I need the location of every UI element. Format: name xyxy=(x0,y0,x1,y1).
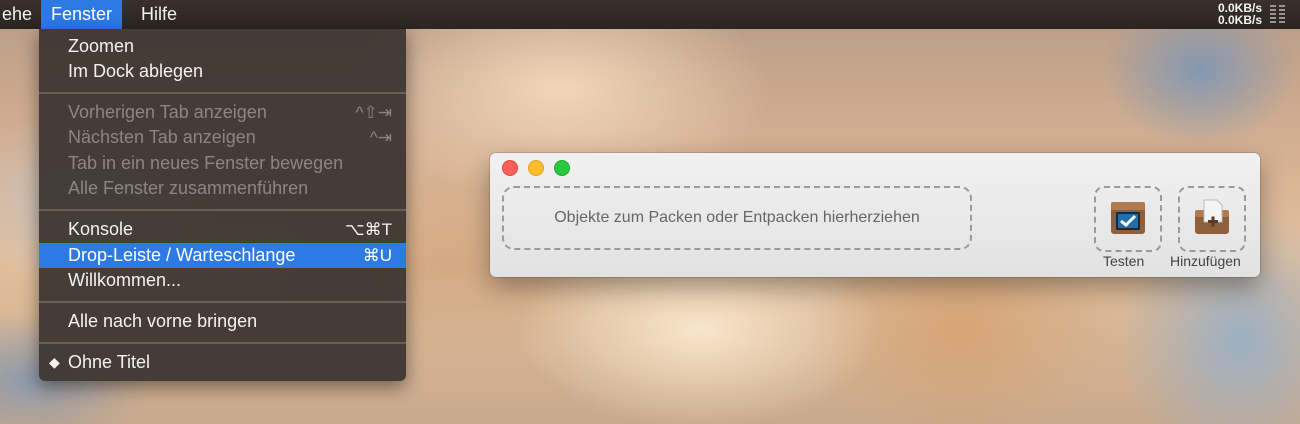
zoom-button[interactable] xyxy=(554,160,570,176)
network-download-rate: 0.0KB/s xyxy=(1217,13,1262,27)
menu-fenster[interactable]: Fenster xyxy=(41,0,123,29)
drop-zone[interactable]: Objekte zum Packen oder Entpacken hierhe… xyxy=(502,186,972,250)
menu-bar: ehe Fenster Hilfe 0.0KB/s 0.0KB/s xyxy=(0,0,1300,29)
menu-item-label: Ohne Titel xyxy=(68,352,151,372)
menu-hilfe[interactable]: Hilfe xyxy=(131,0,187,29)
menu-item-willkommen[interactable]: Willkommen... xyxy=(39,268,406,293)
menu-item-im-dock-ablegen[interactable]: Im Dock ablegen xyxy=(39,59,406,84)
menu-separator xyxy=(39,301,406,303)
menu-item-label: Drop-Leiste / Warteschlange xyxy=(68,245,296,265)
menu-item-alle-fenster-zusammenfuehren: Alle Fenster zusammenführen xyxy=(39,176,406,201)
menu-item-vorherigen-tab: Vorherigen Tab anzeigen ^⇧⇥ xyxy=(39,100,406,125)
network-monitor[interactable]: 0.0KB/s 0.0KB/s xyxy=(1217,2,1262,27)
current-window-diamond-icon: ◆ xyxy=(49,354,60,370)
menu-separator xyxy=(39,92,406,94)
menu-item-alle-nach-vorne[interactable]: Alle nach vorne bringen xyxy=(39,309,406,334)
activity-bars-icon[interactable] xyxy=(1270,5,1286,24)
hinzufuegen-button[interactable] xyxy=(1178,186,1246,252)
menu-item-label: Alle nach vorne bringen xyxy=(68,311,258,331)
menu-item-shortcut: ^⇧⇥ xyxy=(355,103,392,122)
menu-item-konsole[interactable]: Konsole ⌥⌘T xyxy=(39,217,406,242)
menu-item-label: Alle Fenster zusammenführen xyxy=(68,178,309,198)
menu-item-zoomen[interactable]: Zoomen xyxy=(39,34,406,59)
menu-item-tab-neues-fenster: Tab in ein neues Fenster bewegen xyxy=(39,151,406,176)
menu-item-label: Im Dock ablegen xyxy=(68,61,204,81)
menu-item-label: Tab in ein neues Fenster bewegen xyxy=(68,153,344,173)
menu-item-naechsten-tab: Nächsten Tab anzeigen ^⇥ xyxy=(39,125,406,150)
menu-item-ohne-titel[interactable]: ◆ Ohne Titel xyxy=(39,350,406,375)
archive-test-icon xyxy=(1111,202,1145,234)
testen-label: Testen xyxy=(1103,253,1145,269)
menu-item-label: Vorherigen Tab anzeigen xyxy=(68,102,267,122)
menu-item-label: Willkommen... xyxy=(68,270,182,290)
menu-separator xyxy=(39,342,406,344)
menu-item-label: Nächsten Tab anzeigen xyxy=(68,127,256,147)
testen-button[interactable] xyxy=(1094,186,1162,252)
fenster-menu-dropdown: Zoomen Im Dock ablegen Vorherigen Tab an… xyxy=(39,29,406,381)
menu-item-label: Konsole xyxy=(68,219,134,239)
menu-item-drop-leiste[interactable]: Drop-Leiste / Warteschlange ⌘U xyxy=(39,243,406,268)
menu-ansicht-partial[interactable]: ehe xyxy=(0,0,42,29)
drop-zone-hint: Objekte zum Packen oder Entpacken hierhe… xyxy=(554,209,920,226)
menu-separator xyxy=(39,209,406,211)
menu-item-shortcut: ⌘U xyxy=(362,246,392,265)
minimize-button[interactable] xyxy=(528,160,544,176)
close-button[interactable] xyxy=(502,160,518,176)
menu-item-label: Zoomen xyxy=(68,36,135,56)
menu-item-shortcut: ^⇥ xyxy=(369,128,392,147)
menu-item-shortcut: ⌥⌘T xyxy=(345,220,392,239)
drop-bar-window: Objekte zum Packen oder Entpacken hierhe… xyxy=(490,153,1260,277)
hinzufuegen-label: Hinzufügen xyxy=(1170,253,1241,269)
archive-add-icon xyxy=(1195,199,1229,234)
